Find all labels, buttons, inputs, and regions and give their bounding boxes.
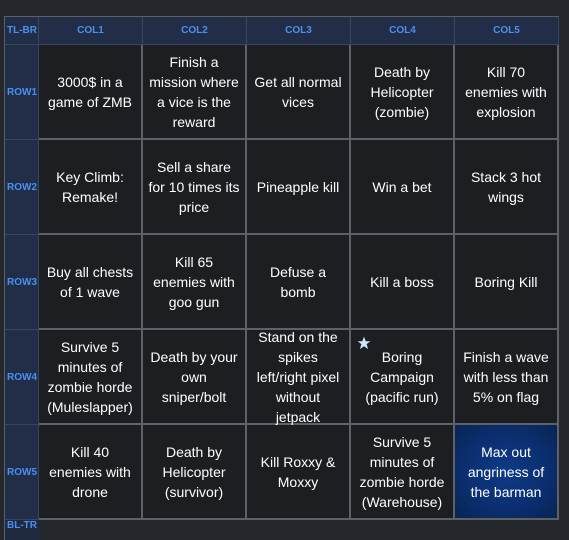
bingo-cell[interactable]: Stack 3 hot wings [455,140,559,235]
cell-text: Pineapple kill [256,178,340,195]
bingo-cell[interactable]: Death by Helicopter (survivor) [143,425,247,520]
bingo-cell[interactable]: 3000$ in a game of ZMB [39,45,143,140]
column-header-4: COL4 [351,17,455,45]
cell-text: Defuse a bomb [269,263,327,300]
bingo-cell[interactable]: Key Climb: Remake! [39,140,143,235]
cell-text: Kill Roxxy & Moxxy [260,453,336,490]
cell-text: Sell a share for 10 times its price [148,158,240,215]
column-header-3: COL3 [247,17,351,45]
bingo-cell[interactable]: Win a bet [351,140,455,235]
cell-text: Key Climb: Remake! [56,168,124,205]
bingo-cell[interactable]: Kill Roxxy & Moxxy [247,425,351,520]
cell-text: Win a bet [372,178,432,195]
cell-text: Kill a boss [370,273,434,290]
cell-text: Max out angriness of the barman [467,443,545,500]
column-header-2: COL2 [143,17,247,45]
cell-text: Stack 3 hot wings [470,168,542,205]
cell-text: Finish a mission where a vice is the rew… [149,53,239,130]
bingo-cell[interactable]: Death by Helicopter (zombie) [351,45,455,140]
bingo-cell[interactable]: Survive 5 minutes of zombie horde (Wareh… [351,425,455,520]
bingo-cell[interactable]: Finish a wave with less than 5% on flag [455,330,559,425]
cell-text: Death by Helicopter (zombie) [370,63,434,120]
bingo-cell[interactable]: Pineapple kill [247,140,351,235]
cell-text: Finish a wave with less than 5% on flag [463,348,549,405]
cell-text: Stand on the spikes left/right pixel wit… [256,328,340,425]
bingo-cell[interactable]: Get all normal vices [247,45,351,140]
corner-header: TL-BR [5,17,39,45]
bingo-cell[interactable]: Kill 40 enemies with drone [39,425,143,520]
bingo-cell-selected[interactable]: Max out angriness of the barman [455,425,559,520]
cell-text: 3000$ in a game of ZMB [47,73,133,110]
bingo-cell[interactable]: Kill 65 enemies with goo gun [143,235,247,330]
bingo-cell[interactable]: Boring Kill [455,235,559,330]
row-header-4: ROW4 [5,330,39,425]
bingo-board: TL-BR COL1 COL2 COL3 COL4 COL5 ROW1 3000… [4,16,559,540]
cell-text: Death by Helicopter (survivor) [162,443,226,500]
row-header-2: ROW2 [5,140,39,235]
cell-text: Get all normal vices [254,73,342,110]
cell-text: Survive 5 minutes of zombie horde (Wareh… [359,433,445,510]
bingo-cell[interactable]: Death by your own sniper/bolt [143,330,247,425]
bingo-cell[interactable]: Defuse a bomb [247,235,351,330]
column-header-5: COL5 [455,17,559,45]
cell-text: Kill 70 enemies with explosion [465,63,547,120]
row-header-1: ROW1 [5,45,39,140]
bingo-cell[interactable]: Finish a mission where a vice is the rew… [143,45,247,140]
cell-text: Survive 5 minutes of zombie horde (Mules… [47,338,133,415]
bingo-cell[interactable]: Survive 5 minutes of zombie horde (Mules… [39,330,143,425]
cell-text: Kill 65 enemies with goo gun [153,253,235,310]
bingo-cell-starred[interactable]: Boring Campaign (pacific run) [351,330,455,425]
star-icon [357,336,371,350]
column-header-1: COL1 [39,17,143,45]
cell-text: Boring Campaign (pacific run) [365,348,439,405]
row-header-5: ROW5 [5,425,39,520]
bingo-cell[interactable]: Kill a boss [351,235,455,330]
cell-text: Boring Kill [474,273,538,290]
bingo-cell[interactable]: Stand on the spikes left/right pixel wit… [247,328,351,425]
diagonal-header-bl-tr: BL-TR [5,520,39,540]
cell-text: Death by your own sniper/bolt [150,348,238,405]
bingo-cell[interactable]: Sell a share for 10 times its price [143,140,247,235]
bingo-cell[interactable]: Buy all chests of 1 wave [39,235,143,330]
row-header-3: ROW3 [5,235,39,330]
cell-text: Kill 40 enemies with drone [49,443,131,500]
cell-text: Buy all chests of 1 wave [46,263,134,300]
bingo-cell[interactable]: Kill 70 enemies with explosion [455,45,559,140]
